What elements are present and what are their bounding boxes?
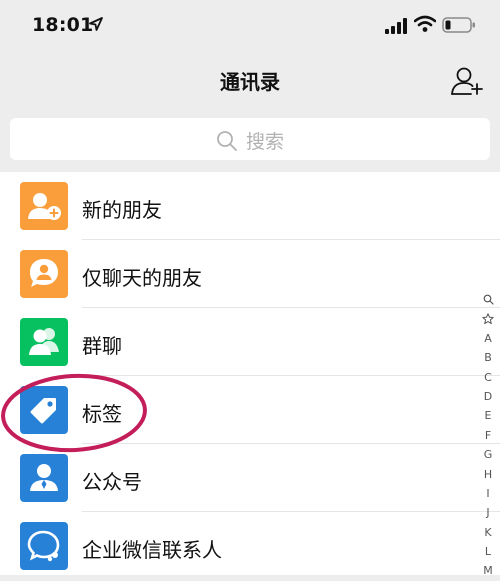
search-placeholder-wrap: 搜索 [10,127,490,154]
search-placeholder: 搜索 [245,131,284,153]
index-letter[interactable]: J [478,503,498,522]
page-title: 通讯录 [220,70,280,94]
list-item-label: 公众号 [82,470,142,494]
list-item-new-friends[interactable]: 新的朋友 [0,172,500,240]
status-time: 18:01 [32,14,94,36]
wecom-contact-icon [20,522,68,570]
nav-bar: 通讯录 [0,52,500,110]
index-letter[interactable]: L [478,542,498,561]
battery-icon [442,17,475,33]
index-letter[interactable]: C [478,368,498,387]
list-item-label: 新的朋友 [82,198,162,222]
index-letter[interactable]: K [478,523,498,542]
signal-icon [385,18,407,34]
official-account-icon [20,454,68,502]
list-item-group-chats[interactable]: 群聊 [0,308,500,376]
list-item-label: 仅聊天的朋友 [82,266,202,290]
index-letter[interactable]: A [478,329,498,348]
add-contact-icon [451,67,483,95]
add-friend-icon [20,182,68,230]
index-letter[interactable]: G [478,445,498,464]
annotation-circle [1,373,147,453]
add-contact-button[interactable] [450,65,484,97]
alphabet-index-bar[interactable]: A B C D E F G H I J K L M [478,290,498,581]
index-letter[interactable]: E [478,406,498,425]
index-letter[interactable]: I [478,484,498,503]
index-search-icon[interactable] [478,290,498,309]
search-icon [217,131,237,151]
list-item-label: 群聊 [82,334,122,358]
index-letter[interactable]: D [478,387,498,406]
status-bar: 18:01 [0,0,500,52]
list-item-label: 企业微信联系人 [82,538,222,562]
list-item-chat-only-friends[interactable]: 仅聊天的朋友 [0,240,500,308]
index-letter[interactable]: B [478,348,498,367]
group-chat-icon [20,318,68,366]
search-input[interactable]: 搜索 [10,118,490,160]
index-letter[interactable]: H [478,465,498,484]
index-letter[interactable]: M [478,561,498,580]
index-star-icon[interactable] [478,309,498,328]
wifi-icon [414,15,436,32]
location-arrow-icon [89,17,103,31]
index-letter[interactable]: F [478,426,498,445]
list-item-wecom-contacts[interactable]: 企业微信联系人 [0,512,500,580]
chat-only-friend-icon [20,250,68,298]
